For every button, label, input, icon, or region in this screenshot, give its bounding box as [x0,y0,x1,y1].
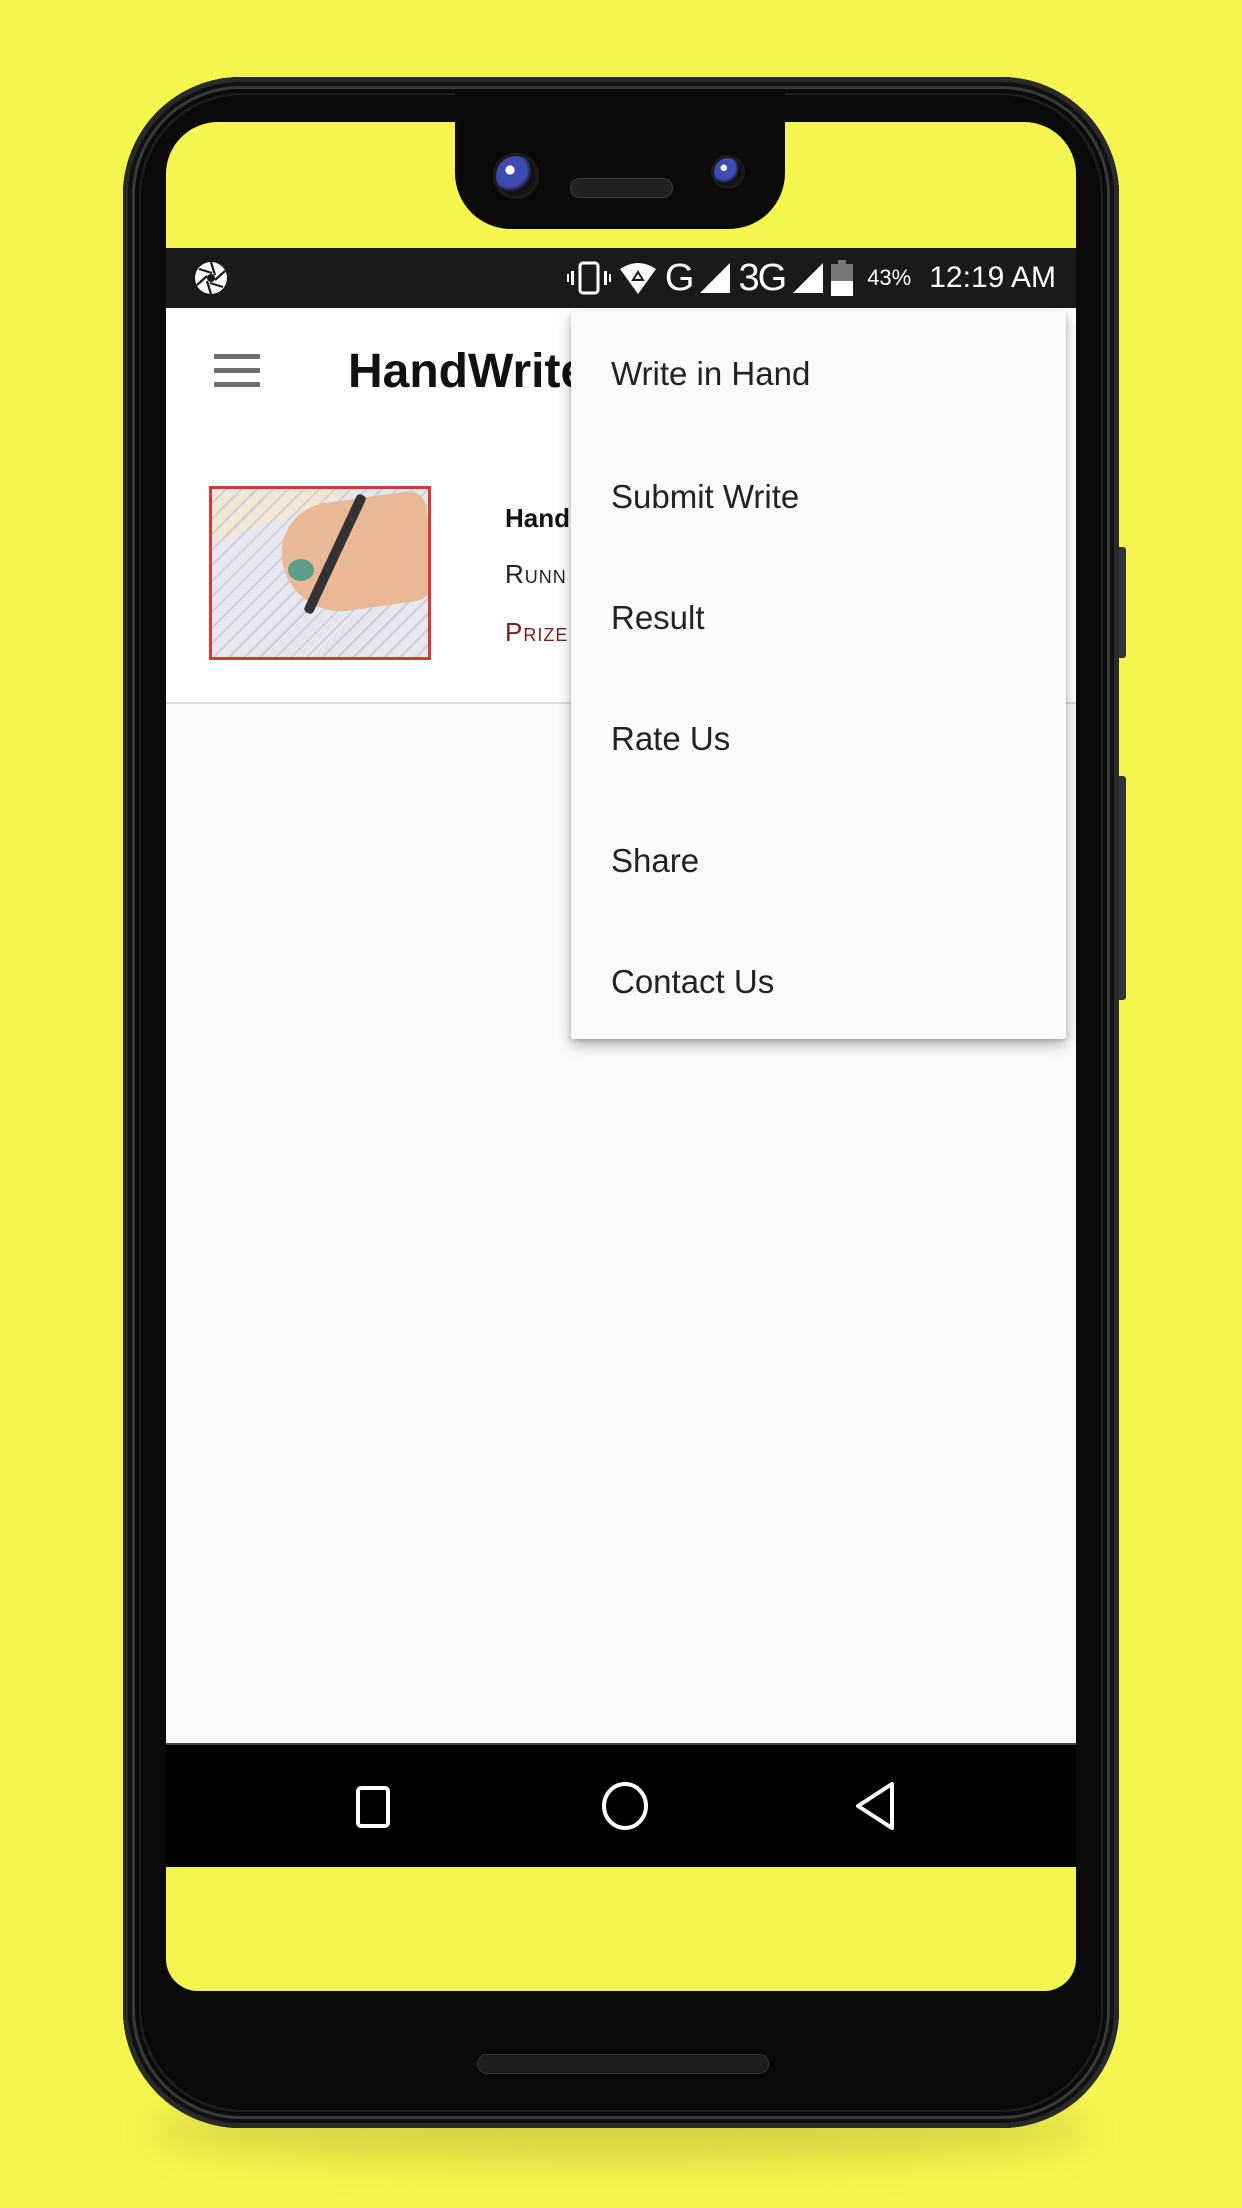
card-title: Hand [505,503,570,533]
back-button[interactable] [850,1779,904,1833]
bottom-speaker [477,2054,769,2074]
menu-item-result[interactable]: Result [571,557,1066,678]
recent-apps-button[interactable] [346,1779,400,1833]
network-type-1: G [664,256,695,299]
overflow-menu: Write in Hand Submit Write Result Rate U… [571,311,1066,1039]
phone-screen: G 3G 43% 12:19 AM HandWrite Hand Runn Pr… [166,122,1076,1991]
menu-item-contact-us[interactable]: Contact Us [571,921,1066,1042]
navigation-bar [166,1743,1076,1867]
power-button [1119,547,1126,658]
front-sensor [714,158,742,186]
network-type-2: 3G [738,256,787,299]
menu-item-share[interactable]: Share [571,800,1066,921]
earpiece-speaker [570,178,673,198]
menu-item-write-in-hand[interactable]: Write in Hand [571,311,1066,436]
menu-item-submit-write[interactable]: Submit Write [571,436,1066,557]
display-notch [455,90,785,229]
card-status: Runn [505,559,567,589]
menu-item-rate-us[interactable]: Rate Us [571,679,1066,800]
app-title: HandWrite [348,345,588,398]
clock: 12:19 AM [929,261,1056,294]
app-content: HandWrite Hand Runn Prize Write in Hand … [166,308,1076,1743]
home-button[interactable] [598,1779,652,1833]
aperture-icon [195,261,227,295]
card-prize: Prize [505,617,569,647]
signal-icon [700,263,731,293]
vibrate-icon [566,261,611,295]
signal-icon [793,263,824,293]
status-bar: G 3G 43% 12:19 AM [166,248,1076,308]
battery-icon [831,260,854,296]
handwriting-thumbnail [209,486,431,660]
wifi-icon [619,263,656,294]
battery-percent: 43% [867,265,912,290]
volume-button [1119,776,1126,1000]
front-camera [496,156,536,196]
hamburger-icon[interactable] [214,354,260,390]
